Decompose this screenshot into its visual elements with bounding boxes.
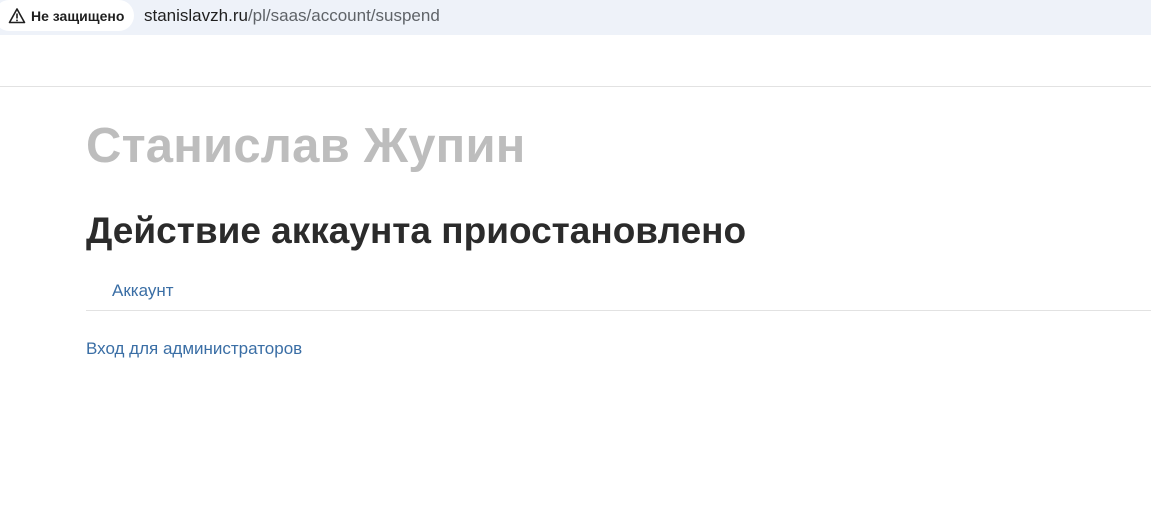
address-bar[interactable]: Не защищено stanislavzh.ru/pl/saas/accou… — [0, 0, 1151, 35]
site-title[interactable]: Станислав Жупин — [86, 118, 526, 174]
url-host: stanislavzh.ru — [144, 6, 248, 25]
url-path: /pl/saas/account/suspend — [247, 6, 440, 25]
header-divider — [0, 86, 1151, 87]
page-heading: Действие аккаунта приостановлено — [86, 210, 747, 251]
warning-triangle-icon — [8, 7, 26, 25]
url-field[interactable]: stanislavzh.ru/pl/saas/account/suspend — [144, 6, 440, 26]
admin-login-link[interactable]: Вход для администраторов — [86, 339, 302, 359]
security-indicator[interactable]: Не защищено — [0, 0, 135, 31]
nav-tab-account[interactable]: Аккаунт — [112, 281, 174, 301]
nav-divider — [86, 310, 1151, 311]
security-label: Не защищено — [31, 7, 125, 24]
